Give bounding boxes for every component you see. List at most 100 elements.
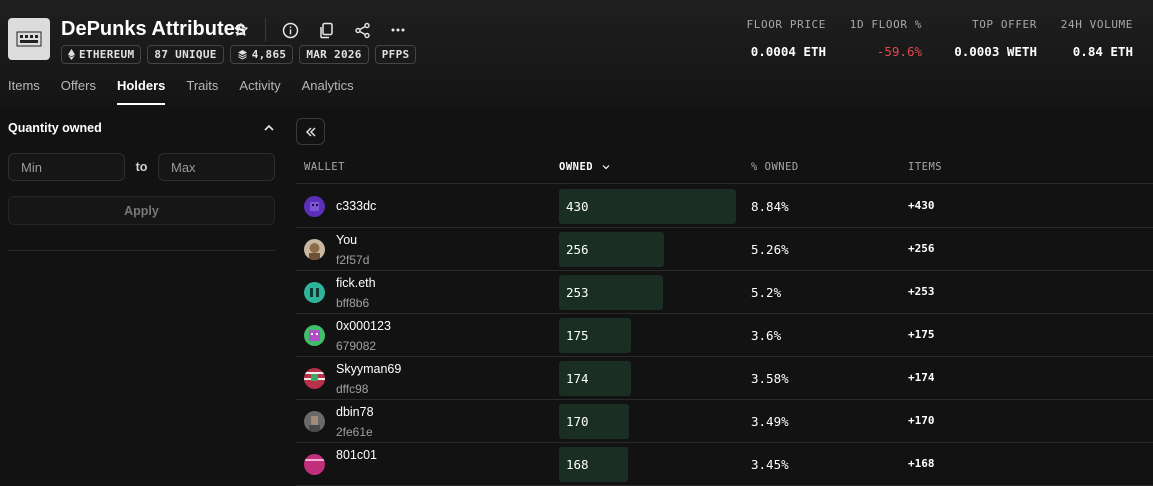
holder-row[interactable]: 0x000123 679082 175 3.6% +175 bbox=[296, 314, 1153, 357]
avatar[interactable] bbox=[304, 196, 325, 217]
owned-percent: 3.45% bbox=[751, 457, 789, 472]
share-icon[interactable] bbox=[352, 20, 372, 40]
collection-badges: ETHEREUM 87 UNIQUE 4,865 MAR 2026 PFPS bbox=[61, 45, 417, 64]
collapse-sidebar-button[interactable] bbox=[296, 118, 325, 145]
holder-row[interactable]: 801c01 168 3.45% +168 bbox=[296, 443, 1153, 486]
top-offer-stat: TOP OFFER 0.0003 WETH bbox=[954, 18, 1037, 59]
wallet-name[interactable]: c333dc bbox=[336, 199, 376, 213]
wallet-name[interactable]: 801c01 bbox=[336, 448, 377, 462]
tab-traits[interactable]: Traits bbox=[186, 78, 218, 105]
wallet-name[interactable]: dbin78 bbox=[336, 405, 374, 419]
holder-row[interactable]: fick.eth bff8b6 253 5.2% +253 bbox=[296, 271, 1153, 314]
items-count[interactable]: +170 bbox=[908, 414, 935, 427]
owned-count: 430 bbox=[566, 199, 589, 214]
double-chevron-left-icon bbox=[305, 126, 316, 137]
category-badge[interactable]: PFPS bbox=[374, 45, 417, 64]
tab-analytics[interactable]: Analytics bbox=[302, 78, 354, 105]
owned-count: 168 bbox=[566, 457, 589, 472]
copy-icon[interactable] bbox=[316, 20, 336, 40]
items-count[interactable]: +174 bbox=[908, 371, 935, 384]
wallet-name[interactable]: Skyyman69 bbox=[336, 362, 401, 376]
tab-activity[interactable]: Activity bbox=[239, 78, 280, 105]
floor-price-value: 0.0004 ETH bbox=[750, 44, 826, 59]
owned-count: 170 bbox=[566, 414, 589, 429]
pct-owned-column-header[interactable]: % OWNED bbox=[751, 161, 799, 173]
floor-price-stat: FLOOR PRICE 0.0004 ETH bbox=[747, 18, 826, 59]
owned-column-header[interactable]: OWNED bbox=[559, 161, 610, 173]
holders-table-body: c333dc 430 8.84% +430 You f2f57d 256 5.2… bbox=[296, 185, 1153, 486]
collection-logo-image bbox=[16, 31, 42, 47]
volume-value: 0.84 ETH bbox=[1072, 44, 1133, 59]
ethereum-icon bbox=[68, 49, 75, 60]
wallet-name[interactable]: fick.eth bbox=[336, 276, 376, 290]
wallet-address: bff8b6 bbox=[336, 296, 370, 310]
min-quantity-input[interactable] bbox=[8, 153, 125, 181]
owned-count: 253 bbox=[566, 285, 589, 300]
owned-percent: 5.26% bbox=[751, 242, 789, 257]
quantity-filter-header[interactable]: Quantity owned bbox=[8, 110, 275, 146]
header-divider bbox=[265, 18, 266, 42]
owned-column-label: OWNED bbox=[559, 161, 594, 173]
holder-row[interactable]: c333dc 430 8.84% +430 bbox=[296, 185, 1153, 228]
floor-change-value: -59.6% bbox=[876, 44, 922, 59]
tab-items[interactable]: Items bbox=[8, 78, 40, 105]
holder-row[interactable]: dbin78 2fe61e 170 3.49% +170 bbox=[296, 400, 1153, 443]
wallet-name[interactable]: You bbox=[336, 233, 357, 247]
floor-change-label: 1D FLOOR % bbox=[849, 18, 922, 31]
owned-percent: 3.6% bbox=[751, 328, 782, 343]
date-label: MAR 2026 bbox=[306, 48, 362, 61]
chain-badge[interactable]: ETHEREUM bbox=[61, 45, 142, 64]
wallet-name[interactable]: 0x000123 bbox=[336, 319, 391, 333]
holders-table-header: WALLET OWNED % OWNED ITEMS bbox=[296, 160, 1153, 184]
filter-sidebar: Quantity owned to Apply bbox=[8, 110, 275, 251]
unique-label: 87 UNIQUE bbox=[154, 48, 217, 61]
owned-count: 175 bbox=[566, 328, 589, 343]
supply-label: 4,865 bbox=[251, 48, 287, 61]
tab-holders[interactable]: Holders bbox=[116, 78, 166, 105]
avatar[interactable] bbox=[304, 282, 325, 303]
apply-button[interactable]: Apply bbox=[8, 196, 275, 225]
items-count[interactable]: +253 bbox=[908, 285, 935, 298]
sidebar-divider bbox=[8, 250, 275, 251]
more-options-icon[interactable] bbox=[388, 20, 408, 40]
items-column-header[interactable]: ITEMS bbox=[908, 161, 942, 173]
floor-change-stat: 1D FLOOR % -59.6% bbox=[850, 18, 922, 59]
top-offer-value: 0.0003 WETH bbox=[954, 44, 1037, 59]
wallet-address: f2f57d bbox=[336, 253, 370, 267]
volume-label: 24H VOLUME bbox=[1060, 18, 1133, 31]
top-offer-label: TOP OFFER bbox=[971, 18, 1037, 31]
items-count[interactable]: +175 bbox=[908, 328, 935, 341]
chain-label: ETHEREUM bbox=[79, 48, 135, 61]
max-quantity-input[interactable] bbox=[158, 153, 275, 181]
star-icon[interactable] bbox=[231, 20, 251, 40]
items-count[interactable]: +430 bbox=[908, 199, 935, 212]
holder-row[interactable]: Skyyman69 dffc98 174 3.58% +174 bbox=[296, 357, 1153, 400]
sort-desc-icon bbox=[602, 165, 610, 170]
owned-percent: 5.2% bbox=[751, 285, 782, 300]
avatar[interactable] bbox=[304, 325, 325, 346]
holder-row[interactable]: You f2f57d 256 5.26% +256 bbox=[296, 228, 1153, 271]
tab-offers[interactable]: Offers bbox=[61, 78, 96, 105]
unique-badge: 87 UNIQUE bbox=[147, 45, 224, 64]
floor-price-label: FLOOR PRICE bbox=[746, 18, 826, 31]
avatar[interactable] bbox=[304, 411, 325, 432]
wallet-column-header[interactable]: WALLET bbox=[304, 161, 345, 173]
avatar[interactable] bbox=[304, 239, 325, 260]
wallet-address: 2fe61e bbox=[336, 425, 373, 439]
range-to-label: to bbox=[135, 160, 148, 174]
date-badge: MAR 2026 bbox=[299, 45, 369, 64]
wallet-address: 679082 bbox=[336, 339, 377, 353]
supply-badge: 4,865 bbox=[229, 45, 294, 64]
items-count[interactable]: +256 bbox=[908, 242, 935, 255]
owned-percent: 3.49% bbox=[751, 414, 789, 429]
wallet-address: dffc98 bbox=[336, 382, 369, 396]
chevron-up-icon[interactable] bbox=[263, 122, 275, 134]
owned-count: 174 bbox=[566, 371, 589, 386]
collection-logo bbox=[8, 18, 50, 60]
avatar[interactable] bbox=[304, 454, 325, 475]
volume-stat: 24H VOLUME 0.84 ETH bbox=[1061, 18, 1133, 59]
quantity-filter-title: Quantity owned bbox=[8, 121, 102, 135]
info-icon[interactable] bbox=[280, 20, 300, 40]
avatar[interactable] bbox=[304, 368, 325, 389]
collection-tabs: Items Offers Holders Traits Activity Ana… bbox=[8, 78, 375, 105]
